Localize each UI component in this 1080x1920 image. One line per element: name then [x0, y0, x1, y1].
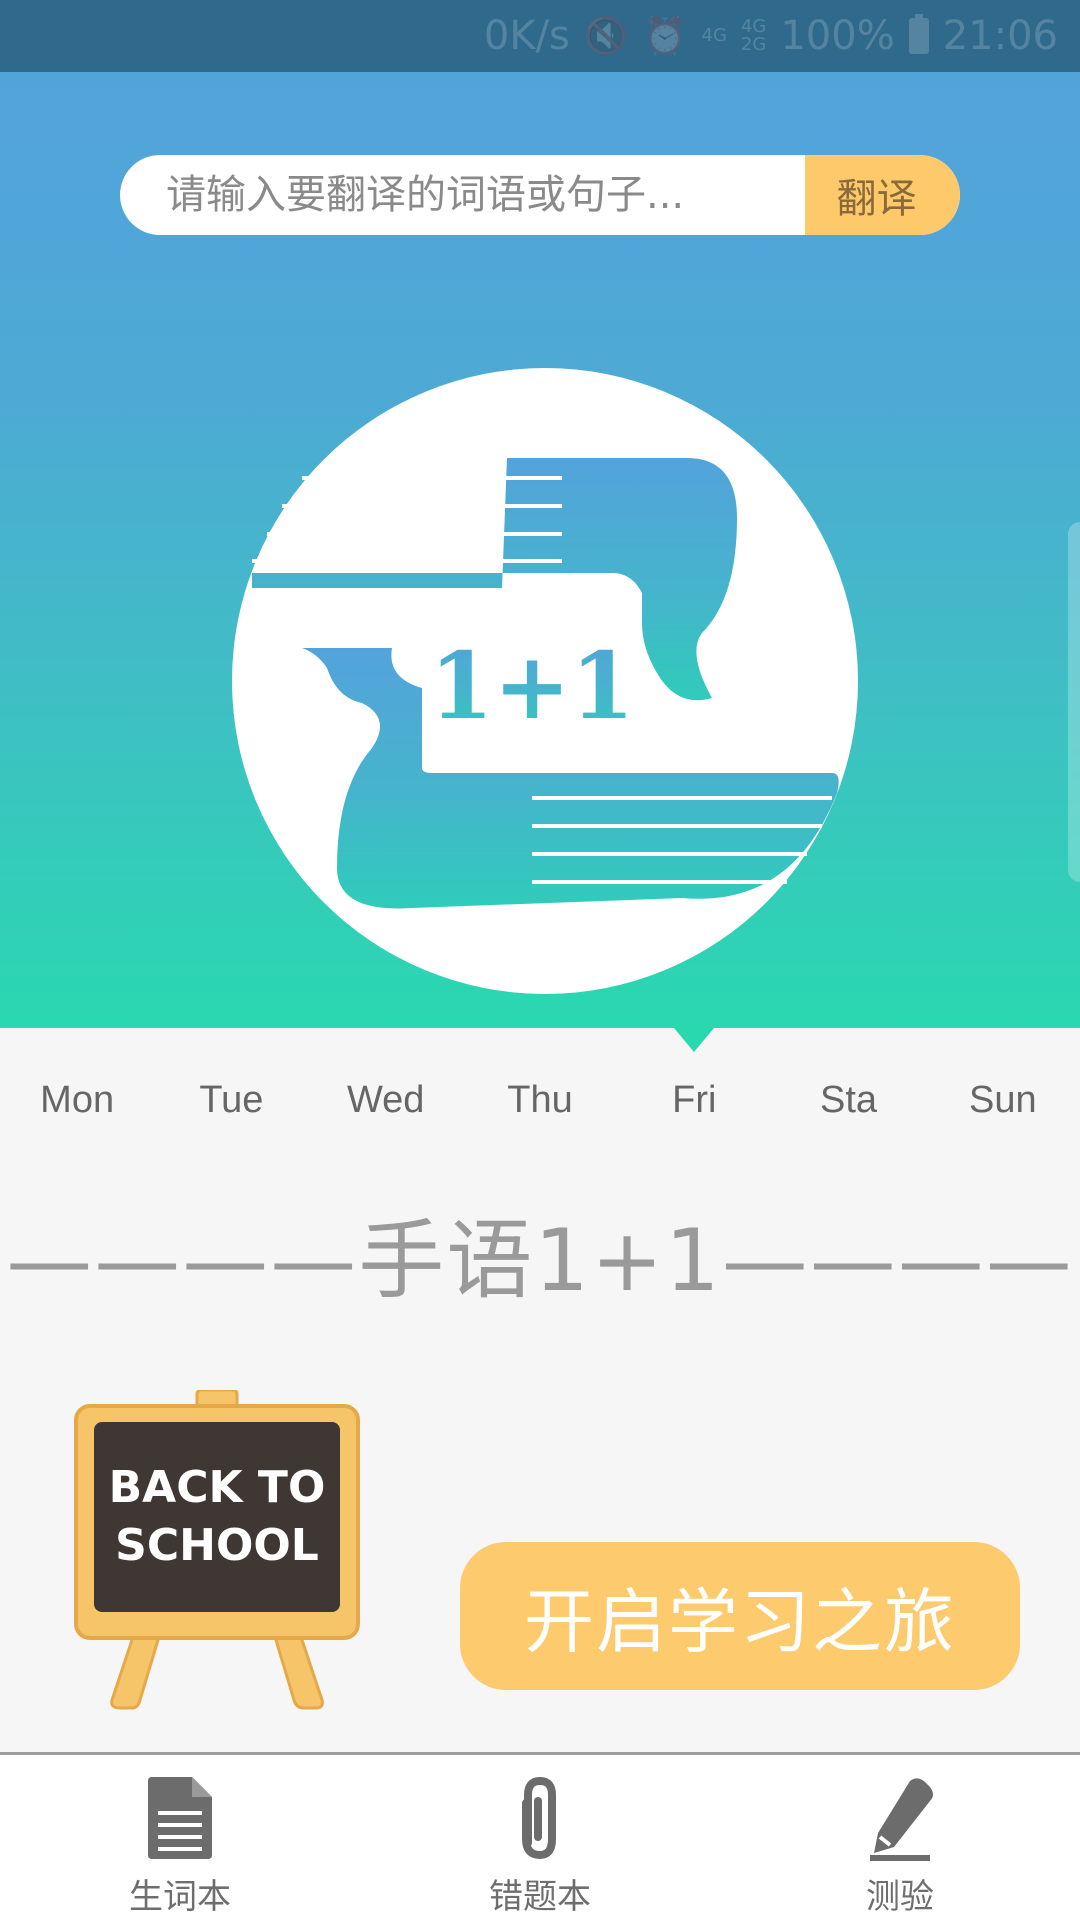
slogan-text: ————手语1+1————: [6, 1211, 1074, 1311]
bottom-navigation: 生词本 错题本 测验: [0, 1752, 1080, 1920]
nav-item-mistakes[interactable]: 错题本: [440, 1773, 640, 1917]
side-panel-handle[interactable]: [1068, 522, 1080, 882]
day-mon[interactable]: Mon: [0, 1079, 154, 1122]
translate-button[interactable]: 翻译: [805, 155, 960, 235]
network-type-icon: 4G: [701, 25, 727, 46]
board-line-1: BACK TO: [109, 1462, 326, 1513]
document-icon: [148, 1777, 212, 1859]
nav-item-quiz[interactable]: 测验: [800, 1773, 1000, 1917]
mute-icon: 🔇: [583, 16, 629, 57]
pencil-icon: [870, 1778, 933, 1861]
logo-text: 1+1: [429, 632, 634, 740]
net-speed: 0K/s: [483, 13, 570, 59]
nav-label-mistakes: 错题本: [489, 1877, 591, 1917]
day-tue[interactable]: Tue: [154, 1079, 308, 1122]
day-fri[interactable]: Fri: [617, 1079, 771, 1122]
day-thu[interactable]: Thu: [463, 1079, 617, 1122]
signal-icon: 4G 2G: [740, 16, 767, 55]
day-sat[interactable]: Sta: [772, 1079, 926, 1122]
back-to-school-board-illustration: BACK TO SCHOOL: [74, 1390, 360, 1710]
week-day-selector: Mon Tue Wed Thu Fri Sta Sun: [0, 1070, 1080, 1130]
status-bar: 0K/s 🔇 ⏰ 4G 4G 2G 100% 21:06: [0, 0, 1080, 72]
start-learning-button[interactable]: 开启学习之旅: [460, 1542, 1020, 1690]
hero-banner: 翻译 1+1: [0, 72, 1080, 1028]
selected-day-indicator: [674, 1028, 714, 1052]
nav-label-vocabulary: 生词本: [129, 1877, 231, 1917]
battery-icon: [908, 14, 929, 54]
nav-item-vocabulary[interactable]: 生词本: [80, 1773, 280, 1917]
board-line-2: SCHOOL: [115, 1520, 319, 1571]
day-sun[interactable]: Sun: [926, 1079, 1080, 1122]
app-logo: 1+1: [232, 368, 858, 994]
nav-label-quiz: 测验: [866, 1877, 934, 1917]
status-bar-indicators: 0K/s 🔇 ⏰ 4G 4G 2G 100% 21:06: [483, 13, 1058, 59]
day-wed[interactable]: Wed: [309, 1079, 463, 1122]
search-bar: 翻译: [120, 155, 960, 235]
clock: 21:06: [942, 13, 1058, 59]
battery-percent: 100%: [780, 13, 895, 59]
search-input[interactable]: [120, 155, 805, 235]
paperclip-icon: [522, 1776, 556, 1860]
alarm-icon: ⏰: [642, 16, 688, 57]
